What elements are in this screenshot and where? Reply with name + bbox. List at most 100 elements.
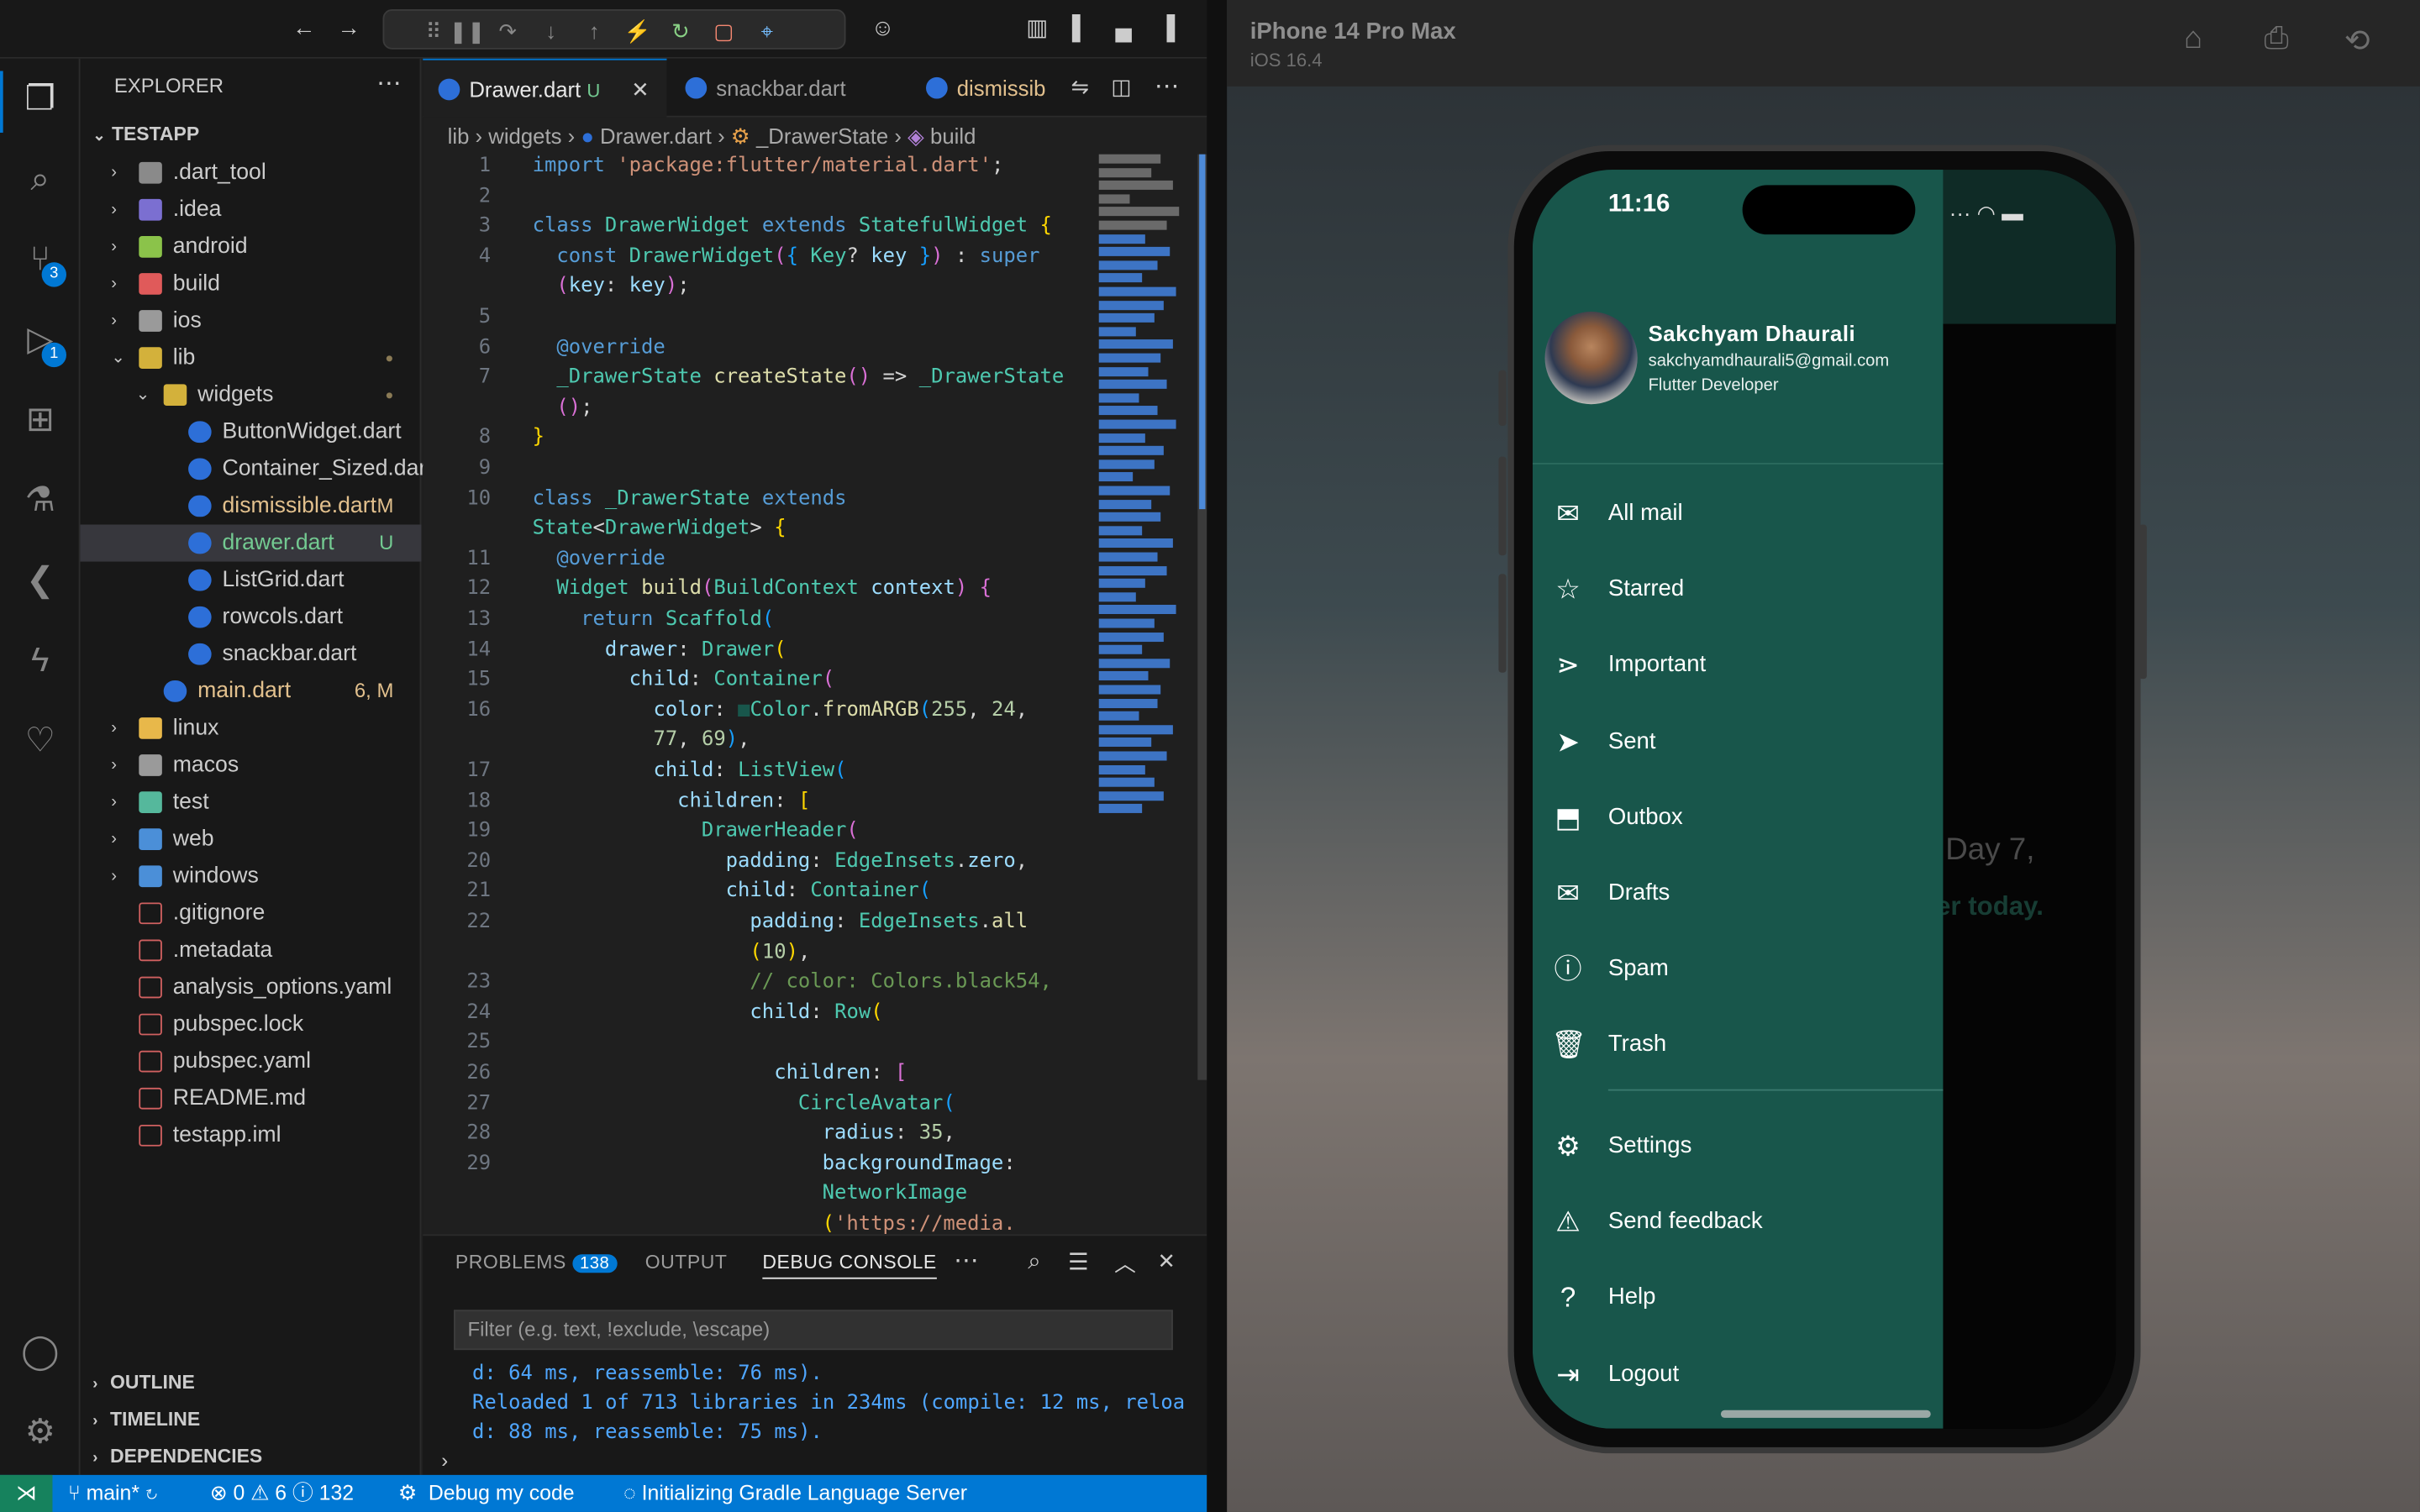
project-root[interactable]: ⌄ TESTAPP bbox=[92, 123, 199, 145]
folder-item[interactable]: › web bbox=[81, 821, 422, 858]
folder-item[interactable]: › ios bbox=[81, 302, 422, 339]
folder-item[interactable]: › .dart_tool bbox=[81, 155, 422, 192]
toggle-secondary-sidebar-icon[interactable]: ▐ bbox=[1151, 14, 1182, 45]
file-item[interactable]: analysis_options.yaml bbox=[81, 969, 422, 1005]
breadcrumb-item[interactable]: Drawer.dart bbox=[600, 123, 712, 148]
search-icon[interactable]: ⌕ bbox=[1028, 1248, 1040, 1274]
step-into-icon[interactable]: ↓ bbox=[535, 15, 566, 46]
folder-item[interactable]: › android bbox=[81, 228, 422, 265]
folder-item[interactable]: › build bbox=[81, 265, 422, 302]
compare-icon[interactable]: ⇋ bbox=[1071, 74, 1090, 100]
file-item[interactable]: pubspec.lock bbox=[81, 1006, 422, 1043]
hot-reload-icon[interactable]: ⚡ bbox=[622, 15, 653, 46]
drag-handle-icon[interactable]: ⠿ bbox=[418, 15, 450, 46]
drawer-item-starred[interactable]: ☆ Starred bbox=[1533, 557, 1944, 618]
split-editor-icon[interactable]: ◫ bbox=[1111, 74, 1131, 100]
code-editor[interactable]: 1 import 'package:flutter/material.dart';… bbox=[423, 155, 1089, 1236]
breadcrumb-item[interactable]: widgets bbox=[488, 123, 561, 148]
file-item[interactable]: README.md bbox=[81, 1080, 422, 1117]
drawer-item-send-feedback[interactable]: ⚠ Send feedback bbox=[1533, 1189, 1944, 1251]
gradle-status[interactable]: ◌ Initializing Gradle Language Server bbox=[623, 1475, 967, 1512]
drawer-item-logout[interactable]: ⇥ Logout bbox=[1533, 1341, 1944, 1403]
drawer-item-trash[interactable]: 🗑 Trash bbox=[1533, 1013, 1944, 1074]
section-timeline[interactable]: › TIMELINE bbox=[81, 1401, 422, 1438]
restart-icon[interactable]: ↻ bbox=[666, 15, 697, 46]
folder-item[interactable]: ⌄ widgets ● bbox=[81, 376, 422, 413]
breadcrumb-item[interactable]: _DrawerState bbox=[756, 123, 888, 148]
drawer-item-important[interactable]: ⋗ Important bbox=[1533, 633, 1944, 695]
section-dependencies[interactable]: › DEPENDENCIES bbox=[81, 1438, 422, 1475]
file-item[interactable]: main.dart 6, M bbox=[81, 673, 422, 710]
tab-snackbar[interactable]: snackbar.dart bbox=[670, 59, 902, 118]
folder-item[interactable]: › windows bbox=[81, 858, 422, 895]
drawer-item-all-mail[interactable]: ✉ All mail bbox=[1533, 481, 1944, 543]
step-out-icon[interactable]: ↑ bbox=[579, 15, 610, 46]
pause-icon[interactable]: ❚❚ bbox=[449, 15, 485, 46]
screenshot-icon[interactable]: ⎙ bbox=[2264, 22, 2288, 57]
file-item[interactable]: testapp.iml bbox=[81, 1117, 422, 1154]
flutter-icon[interactable]: ❮ bbox=[15, 555, 65, 605]
drawer-item-help[interactable]: ? Help bbox=[1533, 1266, 1944, 1327]
breadcrumb-item[interactable]: lib bbox=[448, 123, 470, 148]
extensions-icon[interactable]: ⊞ bbox=[15, 395, 65, 444]
debug-status[interactable]: ⚙ Debug my code bbox=[398, 1475, 575, 1512]
drawer-item-sent[interactable]: ➤ Sent bbox=[1533, 709, 1944, 770]
more-actions-icon[interactable]: ⋯ bbox=[954, 1245, 978, 1276]
search-icon[interactable]: ⌕ bbox=[15, 155, 65, 204]
tab-problems[interactable]: PROBLEMS 138 bbox=[455, 1252, 618, 1273]
file-item[interactable]: ButtonWidget.dart bbox=[81, 413, 422, 450]
toggle-sidebar-icon[interactable]: ▌ bbox=[1065, 14, 1096, 45]
rotate-icon[interactable]: ⟲ bbox=[2344, 22, 2370, 60]
file-item[interactable]: .gitignore bbox=[81, 895, 422, 932]
file-item[interactable]: rowcols.dart bbox=[81, 599, 422, 636]
drawer-item-settings[interactable]: ⚙ Settings bbox=[1533, 1114, 1944, 1175]
folder-item[interactable]: ⌄ lib ● bbox=[81, 339, 422, 376]
remote-icon[interactable]: ♡ bbox=[15, 716, 65, 765]
gear-icon[interactable]: ⚙ bbox=[15, 1407, 65, 1457]
folder-item[interactable]: › test bbox=[81, 784, 422, 821]
inspect-widget-icon[interactable]: ⌖ bbox=[751, 15, 782, 46]
maximize-panel-icon[interactable]: ︿ bbox=[1114, 1248, 1136, 1279]
console-filter-input[interactable]: Filter (e.g. text, !exclude, \escape) bbox=[453, 1310, 1173, 1351]
toggle-panel-icon[interactable]: ▄ bbox=[1108, 14, 1139, 45]
folder-item[interactable]: › .idea bbox=[81, 192, 422, 228]
folder-item[interactable]: › linux bbox=[81, 710, 422, 747]
layout-icon[interactable]: ▥ bbox=[1022, 14, 1053, 45]
home-icon[interactable]: ⌂ bbox=[2184, 22, 2202, 57]
file-item[interactable]: .metadata bbox=[81, 932, 422, 969]
file-item[interactable]: pubspec.yaml bbox=[81, 1043, 422, 1080]
stop-icon[interactable]: ▢ bbox=[708, 15, 739, 46]
drawer-item-spam[interactable]: ⓘ Spam bbox=[1533, 937, 1944, 998]
avatar[interactable] bbox=[1544, 312, 1638, 405]
folder-item[interactable]: › macos bbox=[81, 747, 422, 784]
file-item[interactable]: ListGrid.dart bbox=[81, 562, 422, 599]
copilot-icon[interactable]: ☺ bbox=[867, 14, 898, 45]
clear-console-icon[interactable]: ☰ bbox=[1068, 1248, 1089, 1276]
tab-output[interactable]: OUTPUT bbox=[645, 1252, 728, 1273]
close-panel-icon[interactable]: ✕ bbox=[1158, 1248, 1176, 1274]
problems-status[interactable]: ⊗ 0 ⚠ 6 ⓘ 132 bbox=[210, 1475, 354, 1512]
console-prompt-icon[interactable]: › bbox=[441, 1449, 448, 1473]
scrollbar-thumb[interactable] bbox=[1199, 154, 1206, 510]
back-arrow-icon[interactable]: ← bbox=[288, 14, 319, 45]
more-actions-icon[interactable]: ⋯ bbox=[376, 68, 401, 99]
file-item[interactable]: dismissible.dart M bbox=[81, 487, 422, 524]
drawer-item-drafts[interactable]: ✉ Drafts bbox=[1533, 861, 1944, 922]
section-outline[interactable]: › OUTLINE bbox=[81, 1364, 422, 1401]
remote-indicator-icon[interactable]: ⋊ bbox=[0, 1474, 53, 1512]
tab-drawer[interactable]: Drawer.dart U ✕ bbox=[423, 58, 667, 119]
testing-icon[interactable]: ⚗ bbox=[15, 475, 65, 525]
tab-dismissible[interactable]: dismissib bbox=[911, 59, 1065, 118]
breadcrumb-item[interactable]: build bbox=[930, 123, 976, 148]
lightning-icon[interactable]: ϟ bbox=[15, 636, 65, 685]
explorer-icon[interactable]: ❐ bbox=[15, 74, 65, 123]
tab-debug-console[interactable]: DEBUG CONSOLE bbox=[762, 1252, 937, 1279]
file-item[interactable]: Container_Sized.dart bbox=[81, 450, 433, 487]
step-over-icon[interactable]: ↷ bbox=[492, 15, 523, 46]
git-branch[interactable]: ⑂ main* ↻ bbox=[68, 1475, 158, 1512]
minimap[interactable] bbox=[1096, 154, 1186, 1235]
file-item[interactable]: snackbar.dart bbox=[81, 636, 422, 673]
more-actions-icon[interactable]: ⋯ bbox=[1155, 71, 1179, 102]
close-icon[interactable]: ✕ bbox=[631, 60, 650, 119]
forward-arrow-icon[interactable]: → bbox=[334, 14, 365, 45]
